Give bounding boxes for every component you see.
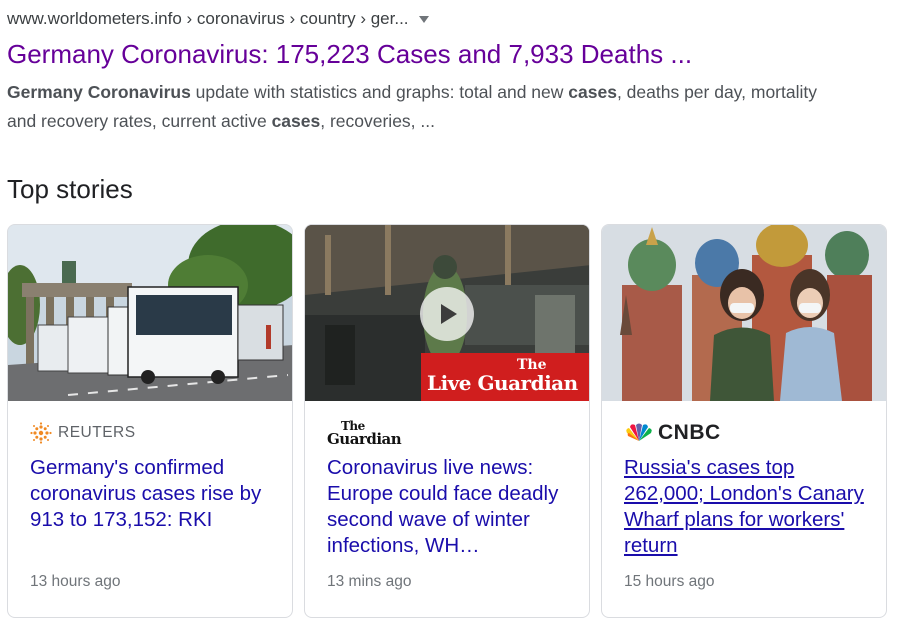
result-url-text: www.worldometers.info › coronavirus › co…: [7, 9, 409, 28]
result-snippet: Germany Coronavirus update with statisti…: [7, 78, 827, 136]
publisher-reuters: REUTERS: [30, 421, 136, 445]
publisher-guardian: The Guardian: [327, 420, 402, 448]
story-card-guardian[interactable]: The Live Guardian The Guardian Coronavir…: [304, 224, 590, 618]
story-thumbnail-moscow[interactable]: [602, 225, 886, 401]
search-result: www.worldometers.info › coronavirus › co…: [7, 6, 887, 136]
reuters-logo-icon: [30, 422, 52, 444]
story-card-reuters[interactable]: REUTERS Germany's confirmed coronavirus …: [7, 224, 293, 618]
result-title-link[interactable]: Germany Coronavirus: 175,223 Cases and 7…: [7, 38, 887, 70]
guardian-logo-icon: The Guardian: [327, 420, 402, 448]
overlay-live-guardian: Live Guardian: [427, 371, 578, 395]
guardian-logo-name: Guardian: [327, 430, 402, 448]
play-icon: [441, 304, 457, 324]
story-headline-link[interactable]: Coronavirus live news: Europe could face…: [327, 455, 571, 559]
top-stories-heading: Top stories: [7, 174, 133, 204]
publisher-name: CNBC: [658, 421, 721, 444]
top-stories-carousel: REUTERS Germany's confirmed coronavirus …: [7, 224, 887, 618]
snippet-text: , recoveries, ...: [320, 111, 435, 131]
play-video-button[interactable]: [420, 287, 474, 341]
story-thumbnail-video[interactable]: The Live Guardian: [305, 225, 589, 401]
story-timestamp: 15 hours ago: [624, 573, 715, 590]
story-headline-link[interactable]: Russia's cases top 262,000; London's Can…: [624, 455, 868, 559]
dropdown-caret-icon[interactable]: [418, 15, 429, 23]
snippet-bold: cases: [271, 111, 321, 131]
nbc-peacock-icon: [626, 423, 652, 441]
snippet-text: update with statistics and graphs: total…: [190, 82, 569, 102]
story-thumbnail-brandenburg-gate[interactable]: [8, 225, 292, 401]
snippet-bold: cases: [568, 82, 617, 102]
story-timestamp: 13 mins ago: [327, 573, 412, 590]
publisher-cnbc: CNBC: [624, 421, 721, 445]
story-timestamp: 13 hours ago: [30, 573, 121, 590]
live-guardian-overlay: The Live Guardian: [421, 353, 589, 401]
snippet-bold: Germany Coronavirus: [7, 82, 191, 102]
result-url-breadcrumb[interactable]: www.worldometers.info › coronavirus › co…: [7, 6, 887, 32]
story-headline-link[interactable]: Germany's confirmed coronavirus cases ri…: [30, 455, 274, 533]
publisher-name: REUTERS: [58, 424, 136, 441]
story-card-cnbc[interactable]: CNBC Russia's cases top 262,000; London'…: [601, 224, 887, 618]
